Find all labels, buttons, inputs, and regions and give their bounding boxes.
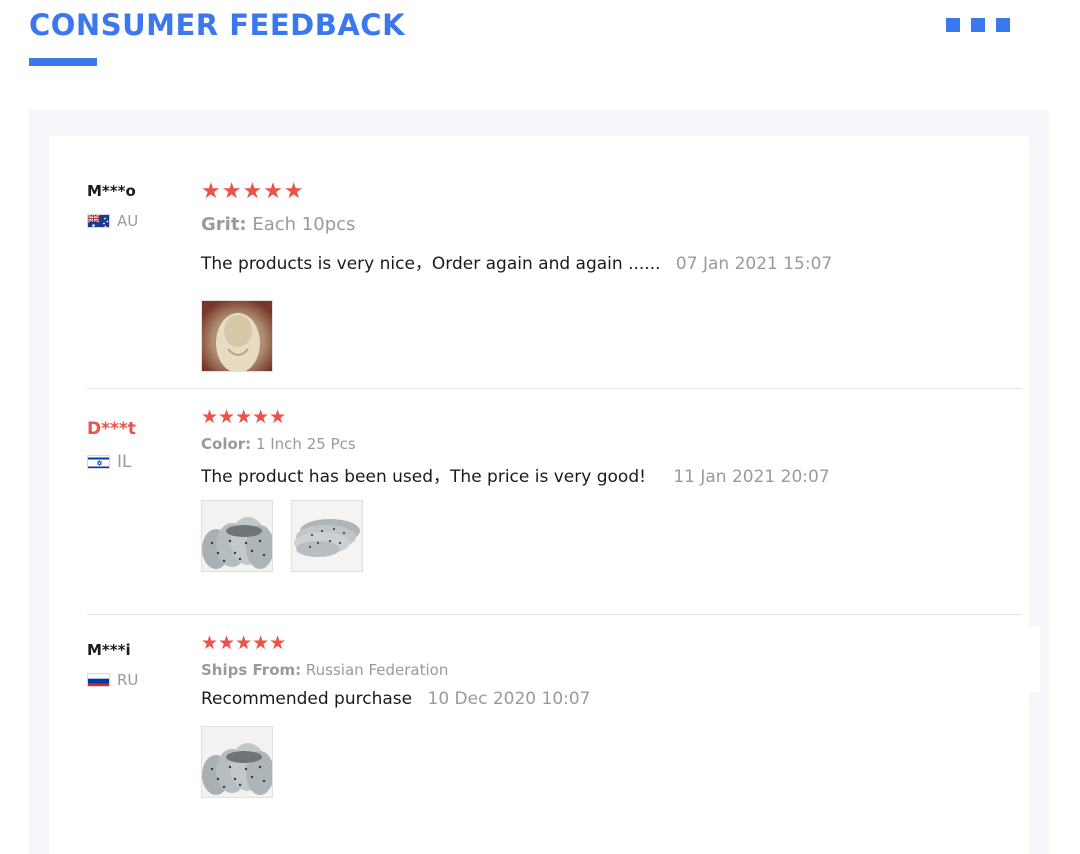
rating-stars: ★★★★★ [201, 178, 305, 203]
israel-flag-icon [87, 455, 110, 469]
rating-stars: ★★★★★ [201, 633, 287, 654]
user-country: IL [87, 452, 132, 472]
review-photo[interactable] [291, 500, 363, 572]
decorative-dots [946, 18, 1010, 32]
review-date: 07 Jan 2021 15:07 [675, 254, 833, 274]
review-date: 10 Dec 2020 10:07 [427, 689, 591, 709]
review-user: M***o AU [87, 182, 138, 230]
comment-text: The products is very nice，Order again an… [201, 254, 661, 274]
sku-value: Russian Federation [305, 661, 449, 679]
sku-info: Ships From: Russian Federation [201, 661, 448, 679]
comment-text: The product has been used，The price is v… [201, 467, 646, 487]
sku-value: Each 10pcs [252, 214, 356, 235]
side-strip [1029, 626, 1040, 692]
review-item: D***t IL ★★★★★ Color: 1 Inch 25 Pcs The … [49, 389, 1029, 615]
review-content: ★★★★★ Color: 1 Inch 25 Pcs The product h… [201, 407, 1021, 572]
sku-info: Color: 1 Inch 25 Pcs [201, 435, 356, 453]
review-content: ★★★★★ Grit: Each 10pcs The products is v… [201, 178, 1021, 372]
rating-stars: ★★★★★ [201, 407, 287, 428]
sku-value: 1 Inch 25 Pcs [255, 435, 356, 453]
sku-label: Ships From: [201, 661, 302, 679]
review-user: M***i RU [87, 641, 138, 689]
page-title: CONSUMER FEEDBACK [29, 8, 406, 42]
user-country: AU [87, 212, 138, 230]
country-code: RU [117, 671, 139, 689]
feedback-card: M***o AU ★★★★★ Grit: Each 10pcs The prod… [49, 136, 1029, 854]
review-content: ★★★★★ Ships From: Russian Federation Rec… [201, 633, 1021, 798]
review-photos [201, 300, 273, 372]
review-photo[interactable] [201, 726, 273, 798]
title-underline [29, 58, 97, 66]
user-name: M***o [87, 182, 136, 200]
sku-info: Grit: Each 10pcs [201, 214, 355, 235]
dot [971, 18, 985, 32]
russia-flag-icon [87, 673, 110, 687]
sku-label: Grit: [201, 214, 247, 235]
review-photos [201, 500, 363, 572]
country-code: IL [117, 452, 132, 472]
dot [946, 18, 960, 32]
review-comment: Recommended purchase 10 Dec 2020 10:07 [201, 689, 591, 709]
review-user: D***t IL [87, 419, 136, 472]
review-photo[interactable] [201, 500, 273, 572]
dot [996, 18, 1010, 32]
user-name: M***i [87, 641, 131, 659]
review-photos [201, 726, 273, 798]
review-item: M***o AU ★★★★★ Grit: Each 10pcs The prod… [49, 136, 1029, 389]
australia-flag-icon [87, 214, 110, 228]
sku-label: Color: [201, 435, 252, 453]
country-code: AU [117, 212, 139, 230]
user-name: D***t [87, 419, 136, 439]
user-country: RU [87, 671, 138, 689]
review-comment: The product has been used，The price is v… [201, 462, 830, 487]
review-item: M***i RU ★★★★★ Ships From: Russian Feder… [49, 615, 1029, 854]
review-photo[interactable] [201, 300, 273, 372]
comment-text: Recommended purchase [201, 689, 413, 709]
feedback-panel: M***o AU ★★★★★ Grit: Each 10pcs The prod… [29, 110, 1049, 854]
page-header: CONSUMER FEEDBACK [0, 0, 1080, 110]
review-comment: The products is very nice，Order again an… [201, 249, 832, 274]
review-date: 11 Jan 2021 20:07 [673, 467, 830, 487]
